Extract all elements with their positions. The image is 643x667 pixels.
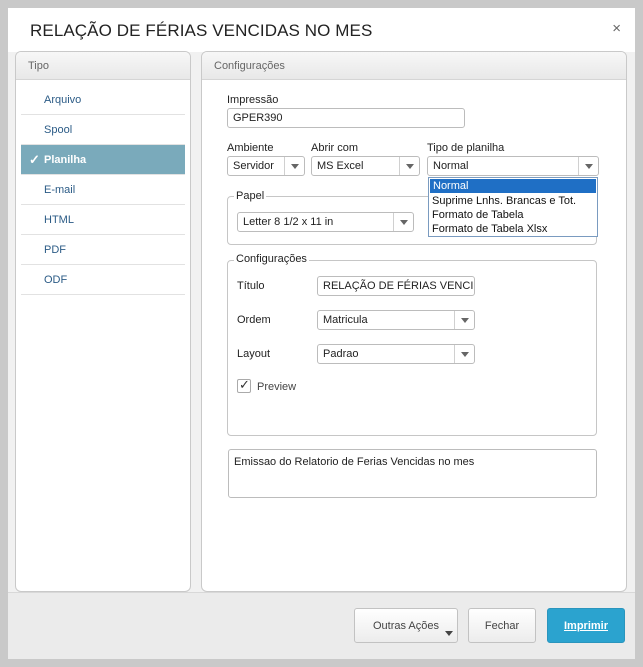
tipo-item-label: Planilha [44,154,87,166]
dropdown-option-formato-tabela[interactable]: Formato de Tabela [429,208,597,222]
dropdown-option-normal[interactable]: Normal [430,179,596,193]
papel-value: Letter 8 1/2 x 11 in [243,216,334,228]
imprimir-button[interactable]: Imprimir [547,608,625,643]
outras-acoes-label: Outras Ações [372,620,440,632]
preview-label: Preview [257,381,297,393]
close-icon[interactable]: × [612,20,621,37]
tipo-planilha-label: Tipo de planilha [427,142,505,154]
outras-acoes-button[interactable]: Outras Ações [354,608,458,643]
ordem-label: Ordem [237,314,271,326]
ordem-value: Matricula [323,314,368,326]
tipo-header: Tipo [16,52,190,80]
abrir-com-value: MS Excel [317,160,364,172]
report-dialog: RELAÇÃO DE FÉRIAS VENCIDAS NO MES × Tipo… [8,8,635,659]
papel-select[interactable]: Letter 8 1/2 x 11 in [237,212,414,232]
impressao-label: Impressão [227,94,279,106]
tipo-item-label: ODF [44,274,68,286]
tipo-item-pdf[interactable]: PDF [21,235,185,265]
ambiente-value: Servidor [233,160,274,172]
tipo-item-odf[interactable]: ODF [21,265,185,295]
title-bar: RELAÇÃO DE FÉRIAS VENCIDAS NO MES × [8,8,635,52]
chevron-down-icon[interactable] [454,345,474,363]
abrir-com-label: Abrir com [311,142,359,154]
chevron-down-icon[interactable] [454,311,474,329]
imprimir-label: Imprimir [563,620,608,632]
tipo-planilha-dropdown: Normal Suprime Lnhs. Brancas e Tot. Form… [428,177,598,237]
dropdown-option-formato-tabela-xlsx[interactable]: Formato de Tabela Xlsx [429,222,597,236]
tipo-item-label: HTML [44,214,74,226]
caret-down-icon [445,631,453,636]
papel-legend: Papel [234,190,267,202]
chevron-down-icon[interactable] [393,213,413,231]
tipo-item-spool[interactable]: Spool [21,115,185,145]
tipo-item-html[interactable]: HTML [21,205,185,235]
ambiente-select[interactable]: Servidor [227,156,305,176]
titulo-label: Título [237,280,265,292]
check-icon: ✓ [239,377,250,392]
chevron-down-icon[interactable] [399,157,419,175]
config-header: Configurações [202,52,626,80]
tipo-item-planilha[interactable]: ✓ Planilha [21,145,185,175]
abrir-com-select[interactable]: MS Excel [311,156,420,176]
layout-value: Padrao [323,348,359,360]
tipo-item-arquivo[interactable]: Arquivo [21,85,185,115]
tipo-planilha-select[interactable]: Normal [427,156,599,176]
dialog-title: RELAÇÃO DE FÉRIAS VENCIDAS NO MES [30,21,373,40]
description-textarea[interactable]: Emissao do Relatorio de Ferias Vencidas … [228,449,597,498]
impressao-input[interactable]: GPER390 [227,108,465,128]
titulo-input[interactable]: RELAÇÃO DE FÉRIAS VENCIDA [317,276,475,296]
dialog-footer: Outras Ações Fechar Imprimir [8,592,635,659]
tipo-item-label: E-mail [44,184,76,196]
tipo-item-label: Spool [44,124,73,136]
fechar-label: Fechar [484,620,520,632]
chevron-down-icon[interactable] [284,157,304,175]
preview-checkbox[interactable]: ✓ [237,377,251,393]
tipo-item-label: PDF [44,244,66,256]
tipo-item-email[interactable]: E-mail [21,175,185,205]
chevron-down-icon[interactable] [578,157,598,175]
ordem-select[interactable]: Matricula [317,310,475,330]
ambiente-label: Ambiente [227,142,274,154]
tipo-planilha-value: Normal [433,160,469,172]
fechar-button[interactable]: Fechar [468,608,536,643]
layout-label: Layout [237,348,271,360]
dropdown-option-suprime[interactable]: Suprime Lnhs. Brancas e Tot. [429,194,597,208]
layout-select[interactable]: Padrao [317,344,475,364]
check-icon: ✓ [29,152,40,167]
configuracoes-legend: Configurações [234,253,309,265]
tipo-item-label: Arquivo [44,94,82,106]
tipo-panel: Tipo Arquivo Spool ✓ Planilha E-mail HTM… [15,51,191,592]
